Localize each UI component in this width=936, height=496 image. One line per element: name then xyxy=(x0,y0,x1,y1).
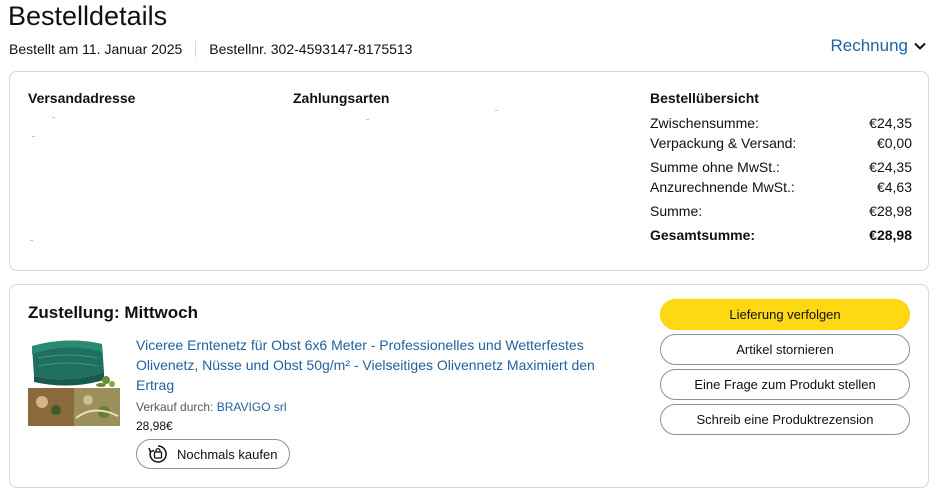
redacted-payment-line xyxy=(366,119,369,120)
invoice-dropdown[interactable]: Rechnung xyxy=(830,36,926,56)
row-value: €4,63 xyxy=(876,179,912,195)
seller-info: Verkauf durch: BRAVIGO srl xyxy=(136,399,287,415)
write-review-button[interactable]: Schreib eine Produktrezension xyxy=(660,404,910,435)
row-label: Summe: xyxy=(650,203,703,219)
chevron-down-icon xyxy=(914,42,926,50)
meta-divider xyxy=(195,41,197,57)
net-total-row: Summe ohne MwSt.: €24,35 xyxy=(650,158,912,176)
seller-link[interactable]: BRAVIGO srl xyxy=(217,400,287,414)
cancel-item-button[interactable]: Artikel stornieren xyxy=(660,334,910,365)
buy-again-icon xyxy=(148,445,167,463)
buy-again-label: Nochmals kaufen xyxy=(177,446,278,462)
ask-question-button[interactable]: Eine Frage zum Produkt stellen xyxy=(660,369,910,400)
item-price: 28,98€ xyxy=(136,419,173,433)
order-summary-card: Versandadresse Zahlungsarten Bestellüber… xyxy=(9,71,929,271)
subtotal-row: Zwischensumme: €24,35 xyxy=(650,114,912,132)
row-value: €28,98 xyxy=(869,203,912,219)
seller-prefix: Verkauf durch: xyxy=(136,400,214,414)
row-value: €24,35 xyxy=(869,159,912,175)
row-label: Summe ohne MwSt.: xyxy=(650,159,780,175)
row-label: Zwischensumme: xyxy=(650,115,759,131)
delivery-card: Zustellung: Mittwoch Viceree Erntenetz f… xyxy=(9,284,929,488)
shipping-row: Verpackung & Versand: €0,00 xyxy=(650,134,912,152)
redacted-address-line xyxy=(52,117,55,118)
product-image[interactable] xyxy=(28,338,120,426)
buy-again-button[interactable]: Nochmals kaufen xyxy=(136,439,291,469)
order-overview-heading: Bestellübersicht xyxy=(650,90,759,106)
row-label: Verpackung & Versand: xyxy=(650,135,797,151)
redacted-payment-line xyxy=(495,110,498,111)
order-date: Bestellt am 11. Januar 2025 xyxy=(9,41,183,57)
row-label: Anzurechnende MwSt.: xyxy=(650,179,795,195)
order-meta: Bestellt am 11. Januar 2025 Bestellnr. 3… xyxy=(9,40,412,58)
delivery-title: Zustellung: Mittwoch xyxy=(28,303,198,322)
redacted-address-line xyxy=(32,136,35,137)
invoice-label: Rechnung xyxy=(830,36,908,55)
grand-total-row: Gesamtsumme: €28,98 xyxy=(650,226,912,244)
payment-methods-heading: Zahlungsarten xyxy=(293,90,390,106)
page-title: Bestelldetails xyxy=(8,1,168,31)
vat-row: Anzurechnende MwSt.: €4,63 xyxy=(650,178,912,196)
order-number: Bestellnr. 302-4593147-8175513 xyxy=(209,41,413,57)
row-value: €0,00 xyxy=(876,135,912,151)
row-value: €28,98 xyxy=(869,227,912,243)
shipping-address-heading: Versandadresse xyxy=(28,90,136,106)
product-title-link[interactable]: Viceree Erntenetz für Obst 6x6 Meter - P… xyxy=(136,335,626,395)
row-label: Gesamtsumme: xyxy=(650,227,756,243)
row-value: €24,35 xyxy=(869,115,912,131)
redacted-address-line xyxy=(30,240,33,241)
sum-row: Summe: €28,98 xyxy=(650,202,912,220)
product-photo xyxy=(28,338,120,426)
track-delivery-button[interactable]: Lieferung verfolgen xyxy=(660,299,910,330)
